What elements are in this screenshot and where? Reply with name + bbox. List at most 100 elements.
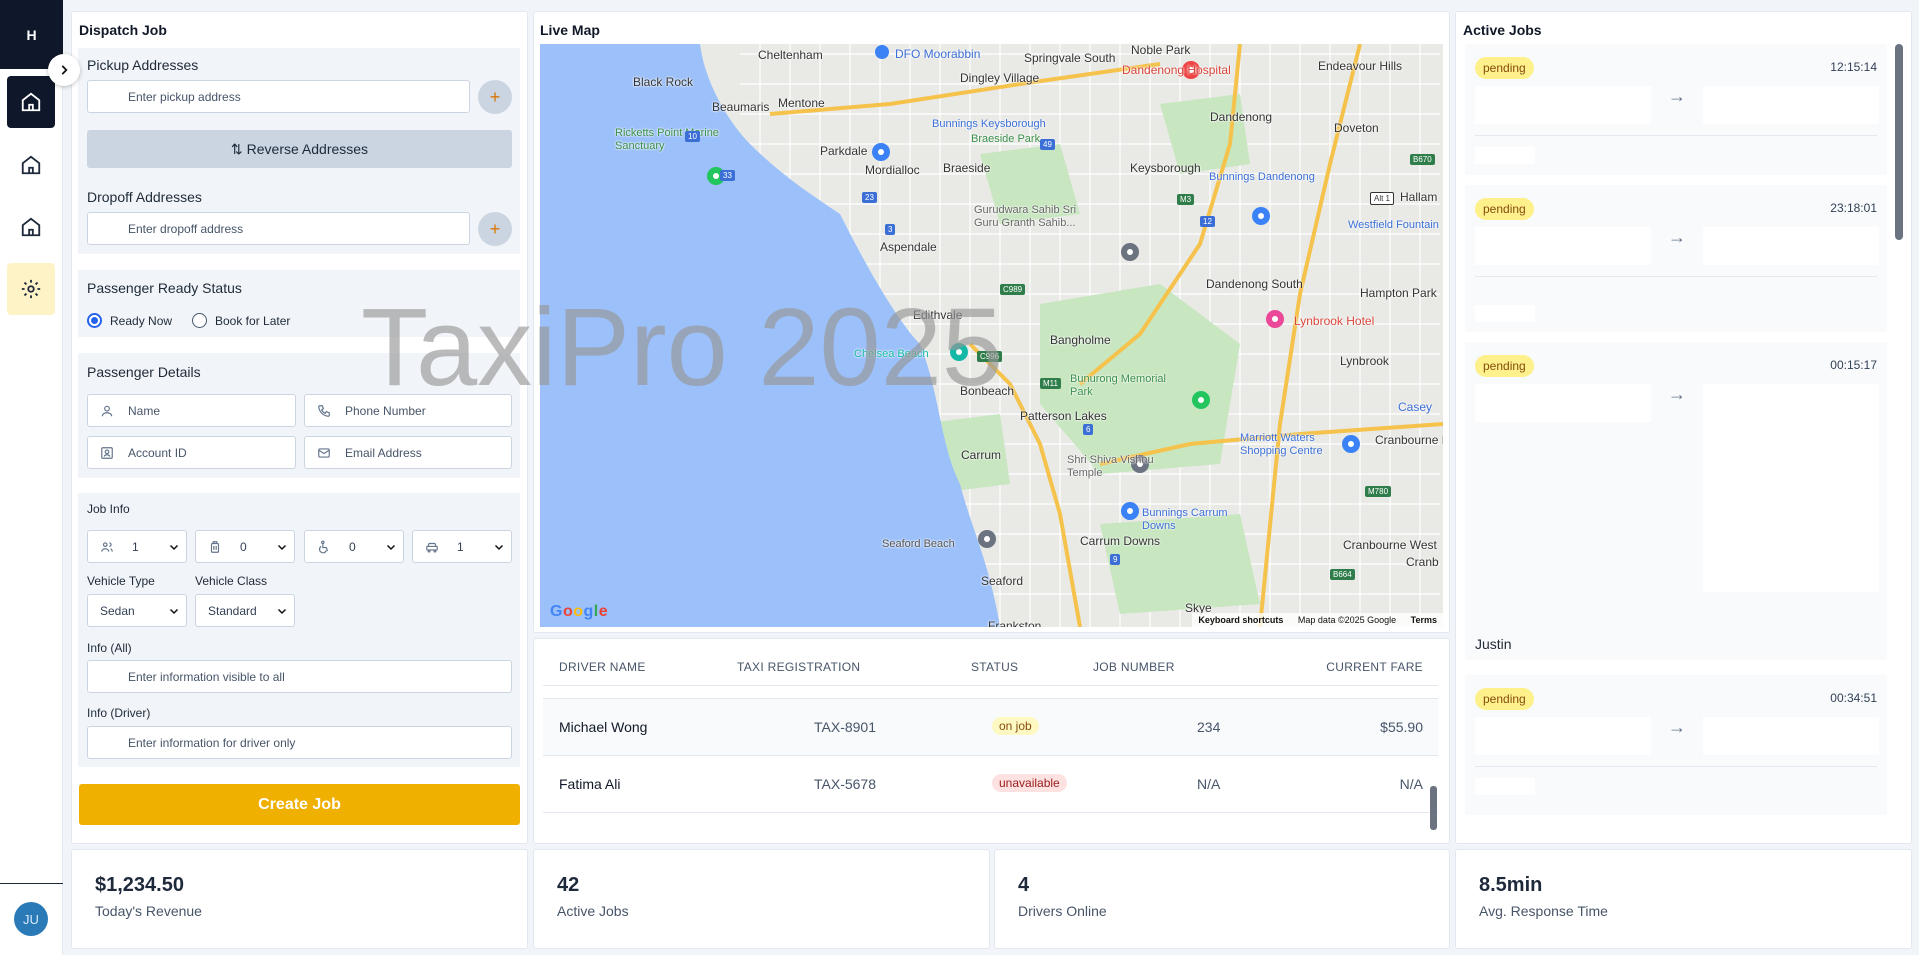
- map-place-label: Braeside Park: [971, 133, 1041, 145]
- road-shield: 9: [1110, 554, 1121, 565]
- dropoff-address-box: [1703, 717, 1879, 755]
- column-header[interactable]: JOB NUMBER: [1093, 660, 1175, 674]
- column-header[interactable]: CURRENT FARE: [1326, 660, 1423, 674]
- sidebar-divider: [0, 883, 63, 884]
- stat-card: 8.5min Avg. Response Time: [1455, 849, 1912, 949]
- map-place-label: Black Rock: [633, 75, 694, 89]
- map-place-label: Doveton: [1334, 121, 1379, 135]
- pending-badge: pending: [1475, 57, 1534, 79]
- phone-input[interactable]: Phone Number: [304, 394, 512, 427]
- map-place-label: Cranbourne North: [1375, 433, 1443, 447]
- map-place-label: Dingley Village: [960, 71, 1040, 85]
- add-dropoff-button[interactable]: +: [478, 212, 512, 246]
- map-place-label: Chelsea Beach: [854, 348, 929, 360]
- nav-home-active[interactable]: [7, 76, 55, 128]
- create-job-button[interactable]: Create Job: [79, 784, 520, 825]
- active-jobs-title: Active Jobs: [1463, 22, 1542, 38]
- road-shield: Alt 1: [1370, 192, 1395, 205]
- map-place-label: Seaford Beach: [882, 538, 955, 550]
- luggage-select[interactable]: 0: [195, 530, 295, 563]
- info-driver-input[interactable]: Enter information for driver only: [87, 726, 512, 759]
- email-input[interactable]: Email Address: [304, 436, 512, 469]
- job-card-divider: [1475, 766, 1877, 767]
- book-later-radio[interactable]: [192, 313, 207, 328]
- home-icon: [21, 217, 41, 237]
- luggage-icon: [210, 541, 220, 553]
- drivers-scrollbar[interactable]: [1430, 786, 1437, 830]
- reverse-addresses-button[interactable]: ⇅ Reverse Addresses: [87, 130, 512, 168]
- road-shield: M780: [1365, 486, 1392, 497]
- plus-icon: +: [489, 86, 501, 107]
- pickup-input[interactable]: Enter pickup address: [87, 80, 470, 113]
- job-time: 12:15:14: [1830, 60, 1877, 74]
- vehicles-value: 1: [457, 540, 464, 554]
- vehicle-class-value: Standard: [208, 604, 257, 618]
- road-shield: 12: [1200, 216, 1215, 227]
- job-meta-box: [1475, 305, 1535, 322]
- passengers-select[interactable]: 1: [87, 530, 187, 563]
- map-place-label: Gurudwara Sahib Sri Guru Granth Sahib...: [974, 204, 1077, 229]
- live-map[interactable]: Cheltenham DFO Moorabbin Springvale South N…: [540, 44, 1443, 627]
- chevron-down-icon: [277, 544, 287, 551]
- vehicles-select[interactable]: 1: [412, 530, 512, 563]
- column-header[interactable]: TAXI REGISTRATION: [737, 660, 860, 674]
- map-place-label: Braeside: [943, 161, 991, 175]
- keyboard-shortcuts-link[interactable]: Keyboard shortcuts: [1198, 615, 1283, 625]
- email-placeholder: Email Address: [345, 445, 422, 460]
- map-place-label: Marriott Waters Shopping Centre: [1240, 432, 1323, 457]
- job-card-divider: [1475, 135, 1877, 136]
- taxi-registration: TAX-5678: [814, 776, 876, 792]
- account-id-input[interactable]: Account ID: [87, 436, 296, 469]
- gear-icon: [21, 279, 41, 299]
- job-card[interactable]: pending 12:15:14 →: [1465, 44, 1887, 175]
- table-row[interactable]: Michael Wong TAX-8901 on job 234 $55.90: [543, 699, 1438, 756]
- job-time: 23:18:01: [1830, 201, 1877, 215]
- road-shield: C996: [977, 351, 1003, 362]
- road-shield: M3: [1177, 194, 1195, 205]
- add-pickup-button[interactable]: +: [478, 80, 512, 114]
- pickup-address-box: [1475, 86, 1651, 124]
- wheelchair-icon: [318, 540, 329, 554]
- table-row[interactable]: Sarah JohnsonTAX-4567availableN/AN/A: [543, 686, 1438, 699]
- stat-value: 8.5min: [1479, 874, 1543, 896]
- users-icon: [101, 542, 113, 552]
- info-all-input[interactable]: Enter information visible to all: [87, 660, 512, 693]
- job-card[interactable]: pending 00:34:51 →: [1465, 675, 1887, 815]
- avatar[interactable]: JU: [14, 902, 48, 936]
- jobs-scrollbar[interactable]: [1895, 44, 1903, 240]
- road-shield: 3: [885, 224, 896, 235]
- terms-link[interactable]: Terms: [1411, 615, 1437, 625]
- stat-label: Avg. Response Time: [1479, 903, 1608, 919]
- road-shield: B664: [1330, 569, 1355, 580]
- vehicle-type-value: Sedan: [100, 604, 135, 618]
- dropoff-address-box: [1703, 384, 1879, 592]
- wheelchair-select[interactable]: 0: [304, 530, 404, 563]
- nav-home-2[interactable]: [7, 139, 55, 191]
- sidebar: H JU: [0, 0, 63, 955]
- map-place-label: Endeavour Hills: [1318, 59, 1403, 73]
- name-input[interactable]: Name: [87, 394, 296, 427]
- column-header[interactable]: DRIVER NAME: [559, 660, 646, 674]
- vehicle-type-select[interactable]: Sedan: [87, 594, 187, 627]
- arrow-right-icon: →: [1668, 384, 1686, 404]
- map-data-credit: Map data ©2025 Google: [1297, 615, 1397, 625]
- nav-home-3[interactable]: [7, 201, 55, 253]
- job-card[interactable]: pending 00:15:17 →: [1465, 342, 1887, 660]
- nav-settings[interactable]: [7, 263, 55, 315]
- column-header[interactable]: STATUS: [971, 660, 1018, 674]
- status-badge: unavailable: [992, 774, 1067, 792]
- ready-now-radio[interactable]: [87, 313, 102, 328]
- table-row[interactable]: Fatima Ali TAX-5678 unavailable N/A N/A: [543, 756, 1438, 813]
- job-info-label: Job Info: [87, 502, 130, 516]
- map-place-label: Bangholme: [1050, 333, 1111, 347]
- plus-icon: +: [489, 218, 501, 239]
- job-card[interactable]: pending 23:18:01 →: [1465, 185, 1887, 332]
- vehicle-class-select[interactable]: Standard: [195, 594, 295, 627]
- road-shield: 33: [720, 170, 735, 181]
- vehicle-class-label: Vehicle Class: [195, 574, 268, 588]
- drivers-table-body: Sarah JohnsonTAX-4567availableN/AN/AMich…: [543, 686, 1438, 836]
- sidebar-toggle-button[interactable]: [48, 54, 80, 86]
- dropoff-input[interactable]: Enter dropoff address: [87, 212, 470, 245]
- map-labels: Cheltenham DFO Moorabbin Springvale South N…: [540, 44, 1443, 627]
- info-all-label: Info (All): [87, 641, 132, 655]
